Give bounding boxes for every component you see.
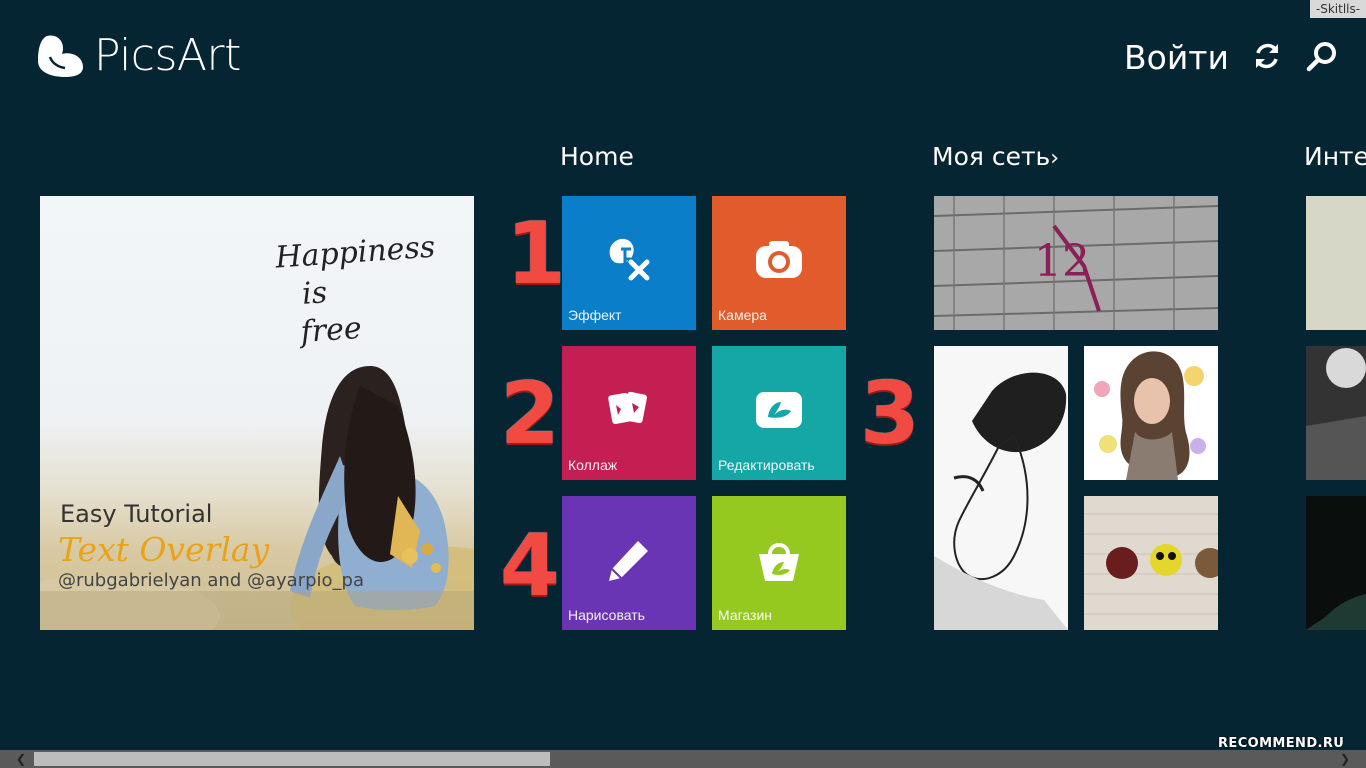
tile-edit-label: Редактировать	[718, 457, 815, 473]
annotation-1: 1	[506, 204, 566, 304]
annotation-4: 4	[500, 516, 560, 616]
hero-quote: Happiness is free	[274, 229, 441, 354]
featured-tutorial-card[interactable]: Happiness is free Easy Tutorial Text Ove…	[40, 196, 474, 630]
ink-drawing-image	[934, 346, 1068, 630]
next-section-thumb-1[interactable]	[1306, 196, 1366, 330]
tile-shop[interactable]: Магазин	[712, 496, 846, 630]
sketch-image: 12	[934, 196, 1218, 330]
emoji-wall-image	[1084, 496, 1218, 630]
portrait-image	[1084, 346, 1218, 480]
annotation-2: 2	[500, 364, 560, 464]
watermark-bottom: RECOMMEND.RU	[1218, 736, 1345, 751]
tile-draw-label: Нарисовать	[568, 607, 645, 623]
tile-shop-label: Магазин	[718, 607, 773, 623]
section-my-network-label: Моя сеть	[932, 142, 1051, 171]
scrollbar-thumb[interactable]	[34, 752, 550, 766]
chevron-right-icon: ›	[1050, 146, 1060, 171]
hero-title: Easy Tutorial	[60, 500, 213, 528]
annotation-3: 3	[860, 364, 920, 464]
fx-icon	[609, 238, 650, 281]
tile-draw[interactable]: Нарисовать	[562, 496, 696, 630]
section-home-title[interactable]: Home	[560, 142, 634, 171]
scroll-left-arrow-icon[interactable]: ❮	[12, 750, 30, 768]
network-thumbnail-sketch-wide[interactable]: 12	[934, 196, 1218, 330]
watermark-top: -Skitlls-	[1310, 0, 1366, 18]
section-next-partial-title[interactable]: Интер	[1304, 142, 1366, 171]
tile-edit[interactable]: Редактировать	[712, 346, 846, 480]
tile-camera[interactable]: Камера	[712, 196, 846, 330]
pencil-icon	[609, 541, 648, 581]
picsart-logo-text: PicsArt	[94, 29, 241, 81]
scroll-right-arrow-icon[interactable]: ❯	[1336, 750, 1354, 768]
camera-icon	[756, 241, 802, 278]
tile-collage[interactable]: Коллаж	[562, 346, 696, 480]
hero-credit: @rubgabrielyan and @ayarpio_pa	[58, 570, 364, 591]
tile-effect-label: Эффект	[568, 307, 622, 323]
network-thumbnail-portrait[interactable]	[1084, 346, 1218, 480]
network-thumbnail-emoji[interactable]	[1084, 496, 1218, 630]
section-my-network-title[interactable]: Моя сеть›	[932, 142, 1059, 171]
dark-image	[1306, 496, 1366, 630]
picsart-logo[interactable]: PicsArt	[38, 29, 241, 81]
network-thumbnail-hair-drawing[interactable]	[934, 346, 1068, 630]
edit-photo-icon	[756, 392, 802, 428]
search-icon[interactable]	[1304, 40, 1338, 74]
clock-image	[1306, 346, 1366, 480]
login-button[interactable]: Войти	[1124, 38, 1229, 77]
sync-icon[interactable]	[1251, 40, 1283, 72]
tile-camera-label: Камера	[718, 307, 767, 323]
tile-collage-label: Коллаж	[568, 457, 618, 473]
next-section-thumb-3[interactable]	[1306, 496, 1366, 630]
tile-effect[interactable]: Эффект	[562, 196, 696, 330]
picsart-logo-icon	[38, 35, 83, 77]
next-section-thumb-2[interactable]	[1306, 346, 1366, 480]
hero-subtitle: Text Overlay	[58, 530, 270, 569]
shop-bag-icon	[759, 543, 799, 581]
collage-icon	[608, 391, 647, 425]
